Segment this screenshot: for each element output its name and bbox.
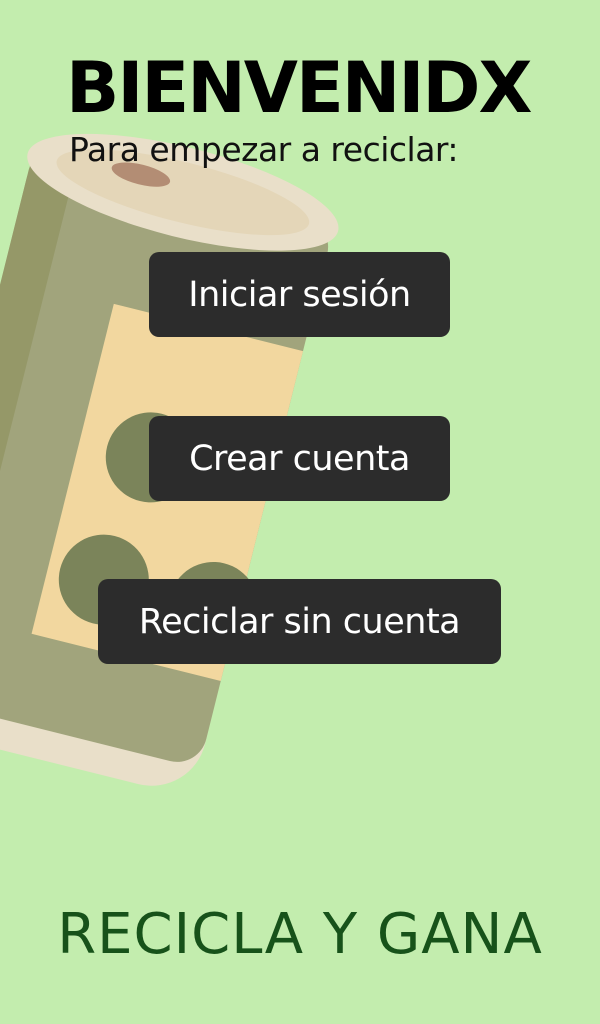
login-button[interactable]: Iniciar sesión: [149, 252, 450, 337]
welcome-subtitle: Para empezar a reciclar:: [69, 130, 459, 169]
create-account-button[interactable]: Crear cuenta: [149, 416, 450, 501]
recycle-without-account-button[interactable]: Reciclar sin cuenta: [98, 579, 501, 664]
welcome-title: BIENVENIDX: [66, 47, 533, 129]
footer-slogan: RECICLA Y GANA: [57, 902, 543, 967]
